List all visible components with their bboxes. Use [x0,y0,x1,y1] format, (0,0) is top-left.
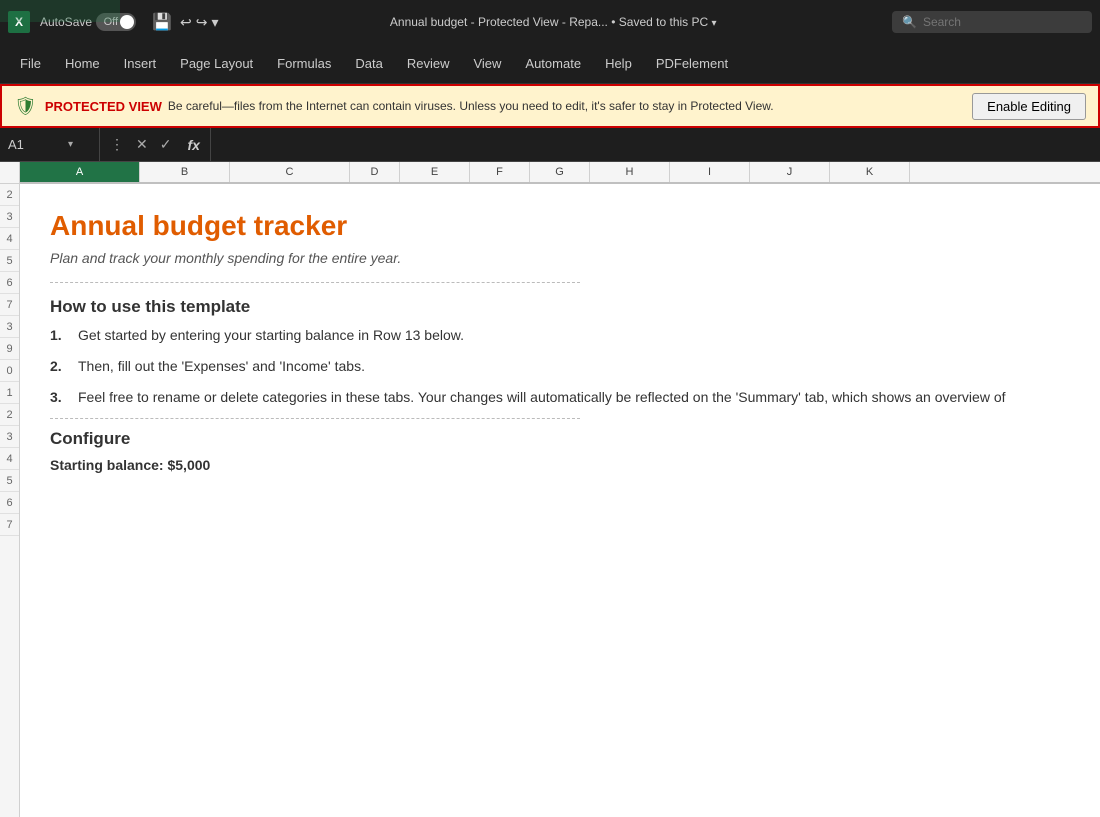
balance-row: Starting balance: $5,000 [50,457,1060,473]
protected-view-title-label: Protected View [478,15,559,29]
redo-icon[interactable]: ↪ [196,14,208,31]
grid-area: A B C D E F G H I J K Annual budget trac… [20,162,1100,817]
col-header-g[interactable]: G [530,162,590,182]
enable-editing-button[interactable]: Enable Editing [972,93,1086,120]
row-num-11: 1 [0,382,19,404]
row-numbers: 2 3 4 5 6 7 3 9 0 1 2 3 4 5 6 7 [0,162,20,817]
menu-page-layout[interactable]: Page Layout [168,50,265,77]
row-num-5: 5 [0,250,19,272]
row-num-14: 4 [0,448,19,470]
menu-data[interactable]: Data [343,50,394,77]
col-header-a[interactable]: A [20,162,140,182]
title-bar: X AutoSave Off 💾 ↩ ↪ ▾ Annual budget - P… [0,0,1100,44]
configure-title: Configure [50,429,1060,449]
shield-icon: 🛡 [14,96,37,117]
menu-insert[interactable]: Insert [112,50,169,77]
col-header-e[interactable]: E [400,162,470,182]
formula-actions: ⋮ ✕ ✓ fx [100,128,211,161]
cell-reference-box[interactable]: ▾ [0,128,100,161]
excel-logo-icon: X [8,11,30,33]
formula-more-icon[interactable]: ⋮ [106,134,128,155]
undo-icon[interactable]: ↩ [180,14,192,31]
row-num-2: 2 [0,184,19,206]
divider-top [50,282,580,283]
cell-ref-input[interactable] [8,137,68,152]
menu-help[interactable]: Help [593,50,644,77]
menu-home[interactable]: Home [53,50,112,77]
row-num-15: 5 [0,470,19,492]
menu-file[interactable]: File [8,50,53,77]
undo-more-icon[interactable]: ▾ [211,14,218,31]
spreadsheet-area: 2 3 4 5 6 7 3 9 0 1 2 3 4 5 6 7 A B C D … [0,162,1100,817]
row-num-7: 7 [0,294,19,316]
toggle-knob [120,15,134,29]
col-header-j[interactable]: J [750,162,830,182]
row-num-10: 0 [0,360,19,382]
formula-confirm-icon[interactable]: ✓ [156,134,176,155]
instruction-text-3: Feel free to rename or delete categories… [78,387,1006,408]
formula-fx-icon[interactable]: fx [183,135,203,155]
formula-bar: ▾ ⋮ ✕ ✓ fx [0,128,1100,162]
instruction-num-2: 2. [50,356,70,377]
protected-view-message: Be careful—files from the Internet can c… [168,99,962,113]
row-num-8: 3 [0,316,19,338]
formula-input[interactable] [211,137,1100,152]
spreadsheet-content: Annual budget tracker Plan and track you… [20,184,1100,493]
search-box[interactable]: 🔍 [892,11,1092,33]
grid-content[interactable]: Annual budget tracker Plan and track you… [20,184,1100,817]
save-icon[interactable]: 💾 [152,12,172,32]
row-num-6: 6 [0,272,19,294]
row-num-17: 7 [0,514,19,536]
instruction-text-2: Then, fill out the 'Expenses' and 'Incom… [78,356,365,377]
balance-label: Starting balance: [50,457,164,473]
menu-bar: File Home Insert Page Layout Formulas Da… [0,44,1100,84]
autosave-area: AutoSave Off [40,13,140,31]
col-header-d[interactable]: D [350,162,400,182]
search-input[interactable] [923,15,1082,29]
column-headers: A B C D E F G H I J K [20,162,1100,184]
menu-formulas[interactable]: Formulas [265,50,343,77]
search-icon: 🔍 [902,15,917,29]
menu-pdfelement[interactable]: PDFelement [644,50,740,77]
row-num-13: 3 [0,426,19,448]
col-header-f[interactable]: F [470,162,530,182]
formula-cancel-icon[interactable]: ✕ [132,134,152,155]
protected-view-label: PROTECTED VIEW [45,99,162,114]
protected-view-banner: 🛡 PROTECTED VIEW Be careful—files from t… [0,84,1100,128]
instruction-item-2: 2. Then, fill out the 'Expenses' and 'In… [50,356,1060,377]
menu-review[interactable]: Review [395,50,462,77]
subtitle: Plan and track your monthly spending for… [50,250,1060,266]
cell-ref-dropdown-icon[interactable]: ▾ [68,139,73,150]
instruction-num-3: 3. [50,387,70,408]
row-num-header [0,162,19,184]
balance-value: $5,000 [167,457,210,473]
autosave-toggle[interactable]: Off [96,13,136,31]
main-title: Annual budget tracker [50,210,1060,242]
instruction-text-1: Get started by entering your starting ba… [78,325,464,346]
instruction-num-1: 1. [50,325,70,346]
menu-automate[interactable]: Automate [513,50,593,77]
row-num-16: 6 [0,492,19,514]
undo-redo-area: ↩ ↪ ▾ [180,14,219,31]
col-header-k[interactable]: K [830,162,910,182]
instruction-item-3: 3. Feel free to rename or delete categor… [50,387,1060,408]
col-header-b[interactable]: B [140,162,230,182]
toggle-off-label: Off [104,16,118,28]
divider-bottom [50,418,580,419]
row-num-9: 9 [0,338,19,360]
file-title: Annual budget - Protected View - Repa...… [222,15,884,29]
col-header-i[interactable]: I [670,162,750,182]
col-header-c[interactable]: C [230,162,350,182]
instruction-item-1: 1. Get started by entering your starting… [50,325,1060,346]
row-num-3: 3 [0,206,19,228]
row-num-12: 2 [0,404,19,426]
how-to-title: How to use this template [50,297,1060,317]
instruction-list: 1. Get started by entering your starting… [50,325,1060,408]
col-header-h[interactable]: H [590,162,670,182]
autosave-label: AutoSave [40,15,92,29]
row-num-4: 4 [0,228,19,250]
menu-view[interactable]: View [461,50,513,77]
